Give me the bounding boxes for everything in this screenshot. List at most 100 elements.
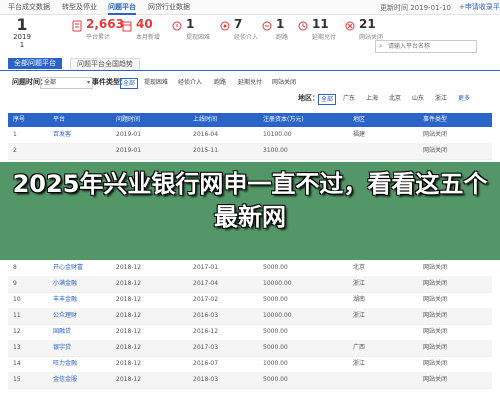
tab-problem-platforms[interactable]: 问题平台 [108, 2, 136, 15]
cell-problem-time: 2019-01 [116, 131, 142, 138]
table-row[interactable]: 12 国融贷 2018-12 2016-12 5000.00 网站关闭 [8, 324, 492, 341]
cell-problem-time: 2018-12 [116, 328, 142, 335]
top-nav: 平台成交数据 转型及停业 问题平台 网贷行业数据 更新时间 2019-01-10… [0, 0, 500, 15]
cell-event-type: 网站关闭 [423, 147, 448, 154]
cell-problem-time: 2019-01 [116, 147, 142, 154]
cell-event-type: 网站关闭 [423, 376, 448, 383]
region-tag-shanghai[interactable]: 上海 [364, 94, 380, 103]
col-region: 地区 [353, 116, 366, 123]
cell-platform[interactable]: 公众理财 [53, 308, 77, 324]
stat-label: 平台累计 [86, 34, 111, 41]
cell-platform[interactable]: 开心金财富 [53, 260, 83, 276]
stat-value: 40 [136, 17, 153, 31]
cell-platform[interactable]: 银宇贷 [53, 340, 71, 356]
cell-online-time: 2018-03 [193, 376, 219, 383]
cell-platform[interactable]: 国融贷 [53, 324, 71, 340]
col-event-type: 事件类型 [423, 116, 448, 123]
cell-capital: 10100.00 [263, 131, 292, 138]
cell-capital: 5000.00 [263, 376, 288, 383]
table-row[interactable]: 9 小满金融 2018-12 2017-04 10000.00 浙江 网站关闭 [8, 276, 492, 293]
cell-platform[interactable]: 百发客 [53, 127, 71, 143]
table-row[interactable]: 13 银宇贷 2018-12 2017-03 5000.00 广西 网站关闭 [8, 340, 492, 357]
region-more-link[interactable]: 更多 [456, 94, 472, 103]
stat-label: 本月新增 [136, 34, 161, 41]
table-row[interactable]: 8 开心金财富 2018-12 2017-01 5000.00 北京 网站关闭 [8, 260, 492, 277]
cell-capital: 10000.00 [263, 280, 292, 287]
table-header: 序号 平台 问题时间 上线时间 注册资本(万元) 地区 事件类型 [8, 113, 492, 127]
cell-platform[interactable]: 小满金融 [53, 276, 77, 292]
region-tag-beijing[interactable]: 北京 [387, 94, 403, 103]
col-index: 序号 [13, 116, 26, 123]
cell-region: 浙江 [353, 280, 366, 287]
cell-capital: 5000.00 [263, 344, 288, 351]
cell-event-type: 网站关闭 [423, 328, 448, 335]
search-box: ⌕ [375, 40, 477, 53]
date-year: 2019 [13, 33, 31, 41]
time-filter-value: 全部 [44, 79, 57, 86]
event-tag-delayed[interactable]: 延期兑付 [236, 78, 264, 87]
filter-panel: 问题时间： 全部 ▾ 事件类型： 全部 提现困难 经侦介入 跑路 延期兑付 网站… [0, 74, 500, 110]
cell-capital: 3100.00 [263, 147, 288, 154]
cell-online-time: 2016-04 [193, 131, 219, 138]
cell-event-type: 网站关闭 [423, 312, 448, 319]
chevron-down-icon: ▾ [86, 79, 90, 86]
tab-transform-closure[interactable]: 转型及停业 [62, 2, 97, 12]
cell-region: 福建 [353, 131, 366, 138]
region-tag-zhejiang[interactable]: 浙江 [433, 94, 449, 103]
cell-event-type: 网站关闭 [423, 296, 448, 303]
stat-value: 1 [186, 17, 195, 31]
event-tag-police[interactable]: 经侦介入 [176, 78, 204, 87]
cell-region: 浙江 [353, 312, 366, 319]
cell-online-time: 2016-07 [193, 360, 219, 367]
col-online-time: 上线时间 [193, 116, 218, 123]
region-tag-shandong[interactable]: 山东 [410, 94, 426, 103]
search-input[interactable] [388, 41, 473, 51]
col-platform: 平台 [53, 116, 66, 123]
table-row[interactable]: 14 旺力金融 2018-12 2016-07 1000.00 浙江 网站关闭 [8, 356, 492, 373]
search-icon: ⌕ [379, 42, 383, 50]
cell-index: 2 [13, 147, 17, 154]
table-row[interactable]: 10 丰丰金融 2018-12 2017-02 5000.00 湖南 网站关闭 [8, 292, 492, 309]
stat-value: 11 [312, 17, 329, 31]
cell-event-type: 网站关闭 [423, 344, 448, 351]
cell-platform[interactable]: 旺力金融 [53, 356, 77, 372]
update-time: 更新时间 2019-01-10 [380, 4, 451, 12]
cell-platform[interactable]: 丰丰金融 [53, 292, 77, 308]
cell-online-time: 2017-01 [193, 264, 219, 271]
cell-online-time: 2017-04 [193, 280, 219, 287]
table-row[interactable]: 2 2019-01 2015-11 3100.00 网站关闭 [8, 143, 492, 160]
cell-event-type: 网站关闭 [423, 280, 448, 287]
event-tag-run[interactable]: 跑路 [212, 78, 228, 87]
region-tag-all[interactable]: 全部 [318, 94, 337, 105]
region-filter-label: 地区： [298, 94, 319, 102]
cell-event-type: 网站关闭 [423, 264, 448, 271]
region-tag-guangdong[interactable]: 广东 [341, 94, 357, 103]
tab-platform-volume[interactable]: 平台成交数据 [8, 2, 50, 12]
cell-region: 北京 [353, 264, 366, 271]
cell-region: 广西 [353, 344, 366, 351]
cell-online-time: 2017-03 [193, 344, 219, 351]
cell-platform[interactable]: 金信金服 [53, 372, 77, 388]
run-icon [262, 21, 272, 31]
event-tag-withdraw[interactable]: 提现困难 [142, 78, 170, 87]
stat-label: 提现困难 [186, 34, 211, 41]
cell-index: 14 [13, 360, 21, 367]
stat-value: 7 [234, 17, 243, 31]
event-tag-all[interactable]: 全部 [120, 78, 139, 89]
cell-index: 8 [13, 264, 17, 271]
table-row[interactable]: 11 公众理财 2018-12 2016-03 10000.00 浙江 网站关闭 [8, 308, 492, 325]
time-filter-select[interactable]: 全部 ▾ [40, 77, 93, 89]
cell-problem-time: 2018-12 [116, 280, 142, 287]
tab-industry-data[interactable]: 网贷行业数据 [148, 2, 190, 12]
tab-all-problem-platforms[interactable]: 全部问题平台 [8, 58, 62, 69]
tab-national-trend[interactable]: 问题平台全国趋势 [70, 58, 140, 70]
cell-index: 9 [13, 280, 17, 287]
cell-event-type: 网站关闭 [423, 131, 448, 138]
cell-capital: 5000.00 [263, 264, 288, 271]
table-row[interactable]: 1 百发客 2019-01 2016-04 10100.00 福建 网站关闭 [8, 127, 492, 144]
apply-listing-link[interactable]: +申请收录平台 [459, 2, 500, 12]
table-row[interactable]: 15 金信金服 2018-12 2018-03 5000.00 网站关闭 [8, 372, 492, 389]
cell-index: 12 [13, 328, 21, 335]
event-tag-closed[interactable]: 网站关闭 [270, 78, 298, 87]
clock-icon [298, 21, 308, 31]
